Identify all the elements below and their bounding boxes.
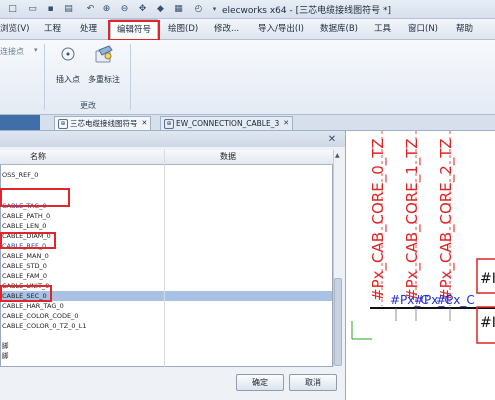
cell-name: OSS_REF_0 [2,171,39,179]
table-row[interactable]: CABLE_PATH_0 [1,211,332,221]
window-title: elecworks x64 - [三芯电缆接线图符号 *] [222,6,391,16]
layers-icon[interactable]: ▦ [172,2,185,15]
highlight-box [108,20,160,41]
highlight-box [0,232,56,249]
undo-icon[interactable]: ↶ [84,2,97,15]
ribbon-group-label: 更改 [80,101,96,110]
table-row[interactable]: CABLE_MAN_0 [1,251,332,261]
column-divider [164,150,165,367]
table-row[interactable]: CABLE_COLOR_0_TZ_0_L1 [1,321,332,331]
tab-label: 三芯电缆接线图符号 [70,119,138,128]
pan-icon[interactable]: ✥ [136,2,149,15]
table-row[interactable]: CABLE_HAR_TAG_0 [1,301,332,311]
chevron-down-icon[interactable]: ▾ [34,46,38,54]
tab-symbol-doc[interactable]: ⊕ 三芯电缆接线图符号 ✕ [54,116,152,130]
menu-view[interactable]: 浏览(V) [0,19,29,39]
svg-text:#Px_CAB_CORE_0_TZ: #Px_CAB_CORE_0_TZ [369,138,388,301]
menu-import-export[interactable]: 导入/导出(I) [258,19,304,39]
cell-name: CABLE_COLOR_0_TZ_0_L1 [2,322,87,330]
table-row[interactable]: CABLE_FAM_0 [1,271,332,281]
multi-annotation-icon[interactable] [93,44,115,66]
edge-label: #I [480,271,495,287]
scroll-up-icon[interactable]: ▲ [335,152,340,159]
tab-connection-cable[interactable]: ⊕ EW_CONNECTION_CABLE_3 ✕ [160,116,294,130]
table-row[interactable]: CABLE_COLOR_CODE_0 [1,311,332,321]
close-icon[interactable]: ✕ [142,117,148,130]
cable-core-label: #Px_C [436,293,475,307]
column-header-name[interactable]: 名称 [30,151,46,162]
close-icon[interactable]: ✕ [283,117,289,130]
svg-text:#Px_CAB_CORE_1_TZ: #Px_CAB_CORE_1_TZ [403,138,422,301]
cell-name: 脚 [2,352,9,360]
table-row[interactable]: 脚 [1,341,332,351]
dropdown-icon[interactable]: ▾ [208,2,221,15]
close-icon[interactable]: ✕ [326,134,338,145]
cell-name: CABLE_COLOR_CODE_0 [2,312,79,320]
cell-name: CABLE_STD_0 [2,262,47,270]
cell-name: CABLE_LEN_0 [2,222,47,230]
attribute-grid: OSS_REF_0 CABLE_TAG_0 CABLE_PATH_0 CABLE… [0,150,333,367]
column-header-data[interactable]: 数据 [220,151,236,162]
cell-name: CABLE_FAM_0 [2,272,48,280]
clock-icon[interactable]: ◴ [192,2,205,15]
new-icon[interactable]: □ [6,2,19,15]
symbol-icon: ⊕ [164,118,174,129]
multi-annotation-button[interactable]: 多重标注 [88,74,120,85]
insert-point-icon[interactable] [60,46,76,62]
zoom-in-icon[interactable]: ⊕ [100,2,113,15]
table-row[interactable]: CABLE_STD_0 [1,261,332,271]
menu-help[interactable]: 帮助 [456,19,473,39]
scrollbar-thumb[interactable] [334,278,342,366]
open-icon[interactable]: ▭ [26,2,39,15]
vertical-label: #Px_CAB_CORE_2_TZ [437,138,456,301]
table-row[interactable]: CABLE_LEN_0 [1,221,332,231]
table-row[interactable]: 脚 [1,351,332,361]
ok-button[interactable]: 确定 [236,374,284,391]
cell-name [1,332,2,340]
ribbon-separator [44,44,45,110]
dialog-title-bar[interactable] [0,131,345,147]
menu-draw[interactable]: 绘图(D) [168,19,198,39]
table-row[interactable]: OSS_REF_0 [1,170,332,180]
menu-database[interactable]: 数据库(B) [320,19,358,39]
ribbon-separator [130,44,131,110]
cell-name: CABLE_HAR_TAG_0 [2,302,64,310]
menu-modify[interactable]: 修改... [214,19,239,39]
left-panel-tab[interactable] [0,115,40,130]
highlight-box [0,285,52,302]
table-row[interactable] [1,331,332,341]
print-icon[interactable]: ▤ [62,2,75,15]
cell-name: CABLE_PATH_0 [2,212,51,220]
drawing-canvas-svg: #Px_CAB_CORE_0_TZ #Px_CAB_CORE_1_TZ #Px_… [351,131,495,344]
ribbon-connection-point-label[interactable]: 连接点 [0,46,24,57]
menu-process[interactable]: 处理 [80,19,97,39]
symbol-icon: ⊕ [58,118,68,129]
save-icon[interactable]: ▪ [44,2,57,15]
cell-name: 脚 [2,342,9,350]
cancel-button[interactable]: 取消 [289,374,337,391]
highlight-box [0,188,70,207]
cell-name: CABLE_MAN_0 [2,252,49,260]
edge-label: #I [480,315,495,331]
menu-window[interactable]: 窗口(N) [408,19,438,39]
zoom-out-icon[interactable]: ⊖ [118,2,131,15]
tab-label: EW_CONNECTION_CABLE_3 [176,119,280,128]
menu-tools[interactable]: 工具 [374,19,391,39]
redraw-icon[interactable]: ◆ [154,2,167,15]
insert-point-button[interactable]: 插入点 [56,74,80,85]
vertical-label: #Px_CAB_CORE_0_TZ [369,138,388,301]
vertical-label: #Px_CAB_CORE_1_TZ [403,138,422,301]
menu-project[interactable]: 工程 [44,19,61,39]
grid-header [0,150,333,165]
svg-text:#Px_CAB_CORE_2_TZ: #Px_CAB_CORE_2_TZ [437,138,456,301]
